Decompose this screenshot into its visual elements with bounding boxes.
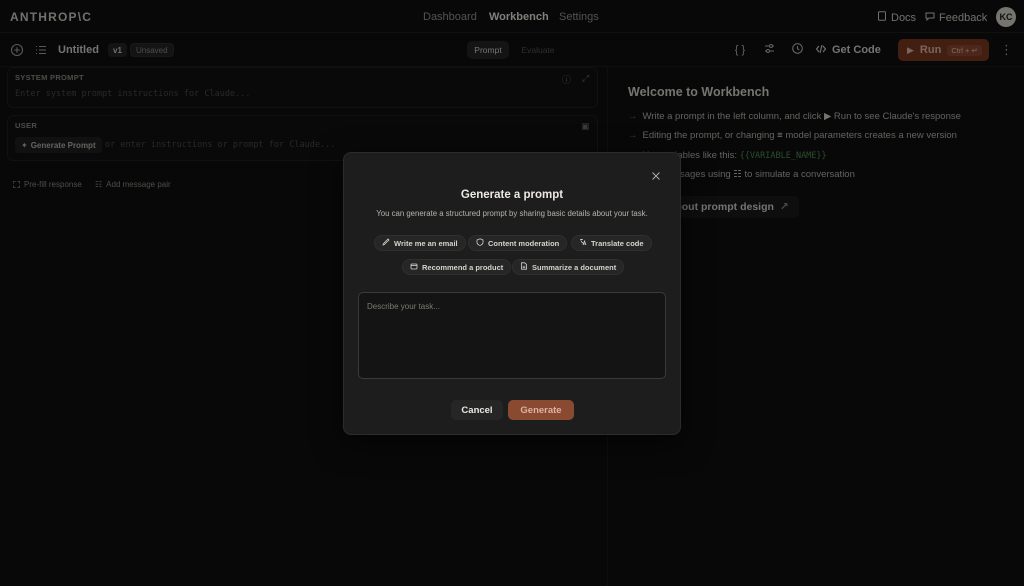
cancel-button[interactable]: Cancel	[451, 400, 503, 420]
chip-label: Write me an email	[394, 238, 458, 248]
chip-summarize-document[interactable]: Summarize a document	[512, 259, 625, 275]
chip-label: Content moderation	[488, 238, 560, 248]
dialog-title: Generate a prompt	[460, 189, 564, 201]
document-icon	[520, 262, 528, 272]
task-placeholder: Describe your task...	[367, 302, 440, 311]
close-icon[interactable]	[650, 170, 662, 182]
pencil-icon	[382, 238, 390, 248]
dialog-subtitle: You can generate a structured prompt by …	[376, 209, 648, 218]
generate-button[interactable]: Generate	[508, 400, 574, 420]
chip-label: Translate code	[591, 238, 644, 248]
shield-icon	[476, 238, 484, 248]
product-icon	[410, 262, 418, 272]
chip-write-email[interactable]: Write me an email	[374, 235, 466, 251]
task-description-input[interactable]: Describe your task...	[358, 292, 666, 379]
chip-recommend-product[interactable]: Recommend a product	[402, 259, 512, 275]
chip-content-moderation[interactable]: Content moderation	[468, 235, 568, 251]
translate-icon	[579, 238, 587, 248]
chip-label: Summarize a document	[532, 262, 617, 272]
chip-label: Recommend a product	[422, 262, 504, 272]
chip-translate-code[interactable]: Translate code	[571, 235, 652, 251]
